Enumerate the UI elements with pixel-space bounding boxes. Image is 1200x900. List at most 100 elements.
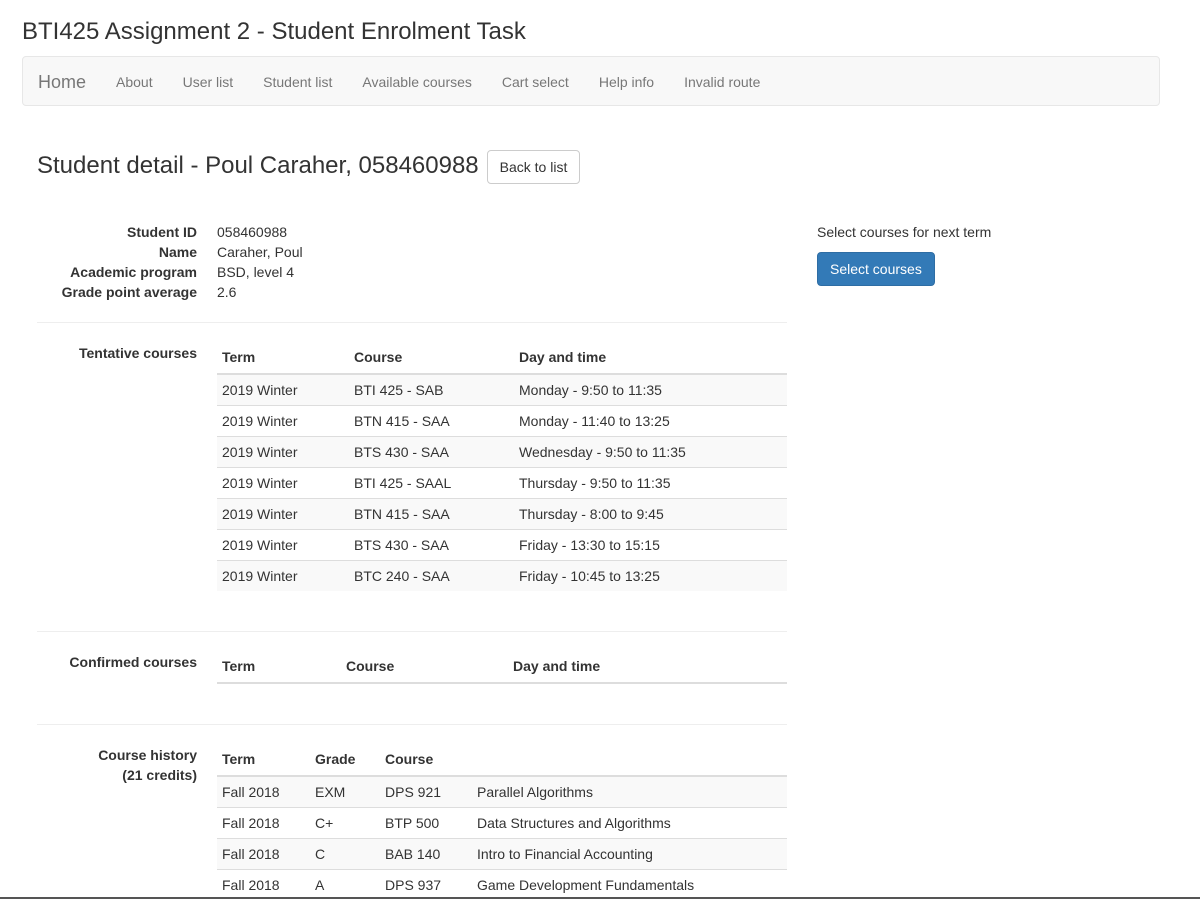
- table-row: Fall 2018 C+ BTP 500 Data Structures and…: [217, 807, 787, 839]
- term-cell: 2019 Winter: [217, 498, 349, 530]
- divider: [37, 322, 787, 323]
- course-code-cell: BTP 500: [380, 807, 472, 839]
- student-name-label: Name: [158, 244, 197, 260]
- nav-link-invalid-route[interactable]: Invalid route: [669, 57, 775, 107]
- term-cell: 2019 Winter: [217, 373, 349, 406]
- course-cell: BTS 430 - SAA: [349, 436, 514, 468]
- term-cell: 2019 Winter: [217, 560, 349, 591]
- day-time-cell: Thursday - 9:50 to 11:35: [514, 467, 787, 499]
- grade-cell: C+: [310, 807, 380, 839]
- table-row: 2019 Winter BTI 425 - SAB Monday - 9:50 …: [217, 373, 787, 406]
- column-header-day-time: Day and time: [514, 340, 787, 375]
- course-title-cell: Data Structures and Algorithms: [472, 807, 787, 839]
- grade-cell: C: [310, 838, 380, 870]
- course-cell: BTI 425 - SAB: [349, 373, 514, 406]
- course-cell: BTN 415 - SAA: [349, 405, 514, 437]
- grade-cell: A: [310, 869, 380, 900]
- term-cell: Fall 2018: [217, 807, 310, 839]
- table-header-row: Term Grade Course: [217, 742, 787, 777]
- detail-header: Student detail - Poul Caraher, 058460988…: [37, 148, 581, 184]
- course-history-label: Course history (21 credits): [37, 745, 197, 785]
- day-time-cell: Monday - 11:40 to 13:25: [514, 405, 787, 437]
- column-header-course: Course: [349, 340, 514, 375]
- table-row: 2019 Winter BTS 430 - SAA Friday - 13:30…: [217, 529, 787, 561]
- nav-link-cart-select[interactable]: Cart select: [487, 57, 584, 107]
- course-history-credits: (21 credits): [122, 767, 197, 783]
- academic-program-value: BSD, level 4: [217, 264, 295, 280]
- divider: [37, 631, 787, 632]
- academic-program-label: Academic program: [70, 264, 197, 280]
- student-name-row: Name Caraher, Poul: [37, 242, 787, 262]
- column-header-course: Course: [341, 649, 508, 684]
- term-cell: Fall 2018: [217, 869, 310, 900]
- term-cell: Fall 2018: [217, 838, 310, 870]
- nav-link-user-list[interactable]: User list: [168, 57, 249, 107]
- student-id-row: Student ID 058460988: [37, 222, 787, 242]
- course-cell: BTI 425 - SAAL: [349, 467, 514, 499]
- column-header-course: Course: [380, 742, 472, 777]
- course-history-table: Term Grade Course Fall 2018 EXM DPS 921 …: [217, 742, 787, 900]
- confirmed-courses-table: Term Course Day and time: [217, 649, 787, 684]
- column-header-term: Term: [217, 340, 349, 375]
- student-info: Student ID 058460988 Name Caraher, Poul …: [37, 222, 787, 302]
- day-time-cell: Monday - 9:50 to 11:35: [514, 373, 787, 406]
- student-id-label: Student ID: [127, 224, 197, 240]
- course-code-cell: DPS 937: [380, 869, 472, 900]
- student-detail-heading: Student detail - Poul Caraher, 058460988: [37, 152, 479, 179]
- table-row: 2019 Winter BTN 415 - SAA Monday - 11:40…: [217, 405, 787, 437]
- table-row: 2019 Winter BTN 415 - SAA Thursday - 8:0…: [217, 498, 787, 530]
- nav-link-student-list[interactable]: Student list: [248, 57, 347, 107]
- column-header-term: Term: [217, 742, 310, 777]
- day-time-cell: Wednesday - 9:50 to 11:35: [514, 436, 787, 468]
- nav-home-link[interactable]: Home: [38, 57, 86, 107]
- column-header-term: Term: [217, 649, 341, 684]
- course-title-cell: Parallel Algorithms: [472, 775, 787, 808]
- table-header-row: Term Course Day and time: [217, 649, 787, 684]
- select-courses-text: Select courses for next term: [817, 224, 992, 240]
- tentative-courses-label: Tentative courses: [78, 345, 197, 361]
- divider: [37, 724, 787, 725]
- column-header-day-time: Day and time: [508, 649, 787, 684]
- gpa-row: Grade point average 2.6: [37, 282, 787, 302]
- nav-link-available-courses[interactable]: Available courses: [347, 57, 486, 107]
- nav-links: About User list Student list Available c…: [101, 57, 775, 107]
- course-history-title: Course history: [98, 747, 197, 763]
- course-cell: BTS 430 - SAA: [349, 529, 514, 561]
- table-header-row: Term Course Day and time: [217, 340, 787, 375]
- column-header-title: [472, 742, 787, 777]
- page-title: BTI425 Assignment 2 - Student Enrolment …: [22, 18, 526, 45]
- window-bottom-edge: [0, 897, 1200, 899]
- day-time-cell: Friday - 10:45 to 13:25: [514, 560, 787, 591]
- select-courses-panel: Select courses for next term Select cour…: [817, 222, 991, 286]
- navbar: Home About User list Student list Availa…: [22, 56, 1160, 106]
- course-code-cell: DPS 921: [380, 775, 472, 808]
- gpa-label: Grade point average: [61, 284, 197, 300]
- course-code-cell: BAB 140: [380, 838, 472, 870]
- table-row: 2019 Winter BTC 240 - SAA Friday - 10:45…: [217, 560, 787, 591]
- gpa-value: 2.6: [217, 284, 237, 300]
- back-to-list-button[interactable]: Back to list: [486, 150, 581, 184]
- day-time-cell: Friday - 13:30 to 15:15: [514, 529, 787, 561]
- term-cell: 2019 Winter: [217, 467, 349, 499]
- student-id-value: 058460988: [217, 224, 288, 240]
- nav-link-about[interactable]: About: [101, 57, 168, 107]
- table-row: 2019 Winter BTS 430 - SAA Wednesday - 9:…: [217, 436, 787, 468]
- term-cell: 2019 Winter: [217, 529, 349, 561]
- table-row: Fall 2018 A DPS 937 Game Development Fun…: [217, 869, 787, 900]
- nav-link-help-info[interactable]: Help info: [584, 57, 669, 107]
- table-row: 2019 Winter BTI 425 - SAAL Thursday - 9:…: [217, 467, 787, 499]
- course-title-cell: Game Development Fundamentals: [472, 869, 787, 900]
- table-row: Fall 2018 EXM DPS 921 Parallel Algorithm…: [217, 775, 787, 808]
- grade-cell: EXM: [310, 775, 380, 808]
- term-cell: 2019 Winter: [217, 405, 349, 437]
- course-cell: BTN 415 - SAA: [349, 498, 514, 530]
- course-cell: BTC 240 - SAA: [349, 560, 514, 591]
- select-courses-button[interactable]: Select courses: [817, 252, 935, 286]
- column-header-grade: Grade: [310, 742, 380, 777]
- term-cell: Fall 2018: [217, 775, 310, 808]
- course-title-cell: Intro to Financial Accounting: [472, 838, 787, 870]
- day-time-cell: Thursday - 8:00 to 9:45: [514, 498, 787, 530]
- academic-program-row: Academic program BSD, level 4: [37, 262, 787, 282]
- tentative-courses-table: Term Course Day and time 2019 Winter BTI…: [217, 340, 787, 591]
- student-name-value: Caraher, Poul: [217, 244, 303, 260]
